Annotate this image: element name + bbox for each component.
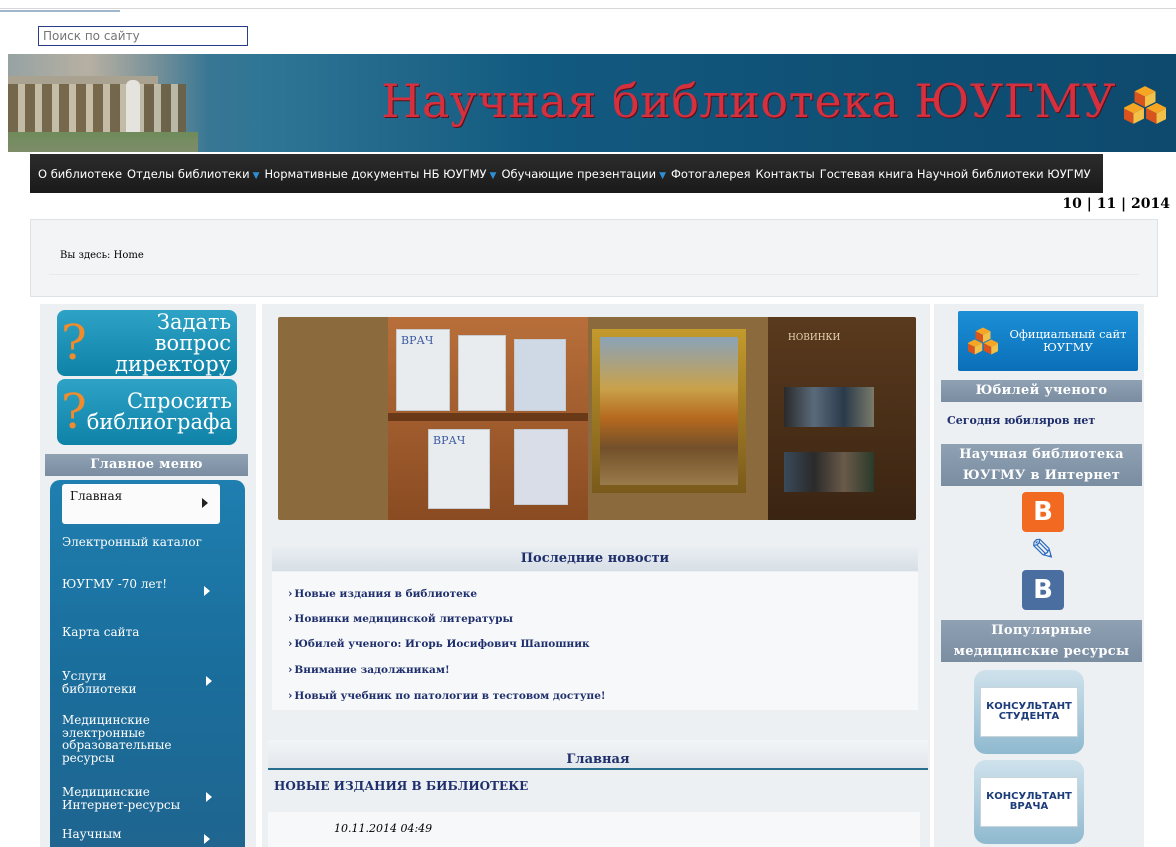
- caret-down-icon: ▼: [659, 170, 667, 181]
- ask-bibliographer-button[interactable]: ? Спросить библиографа: [57, 379, 237, 445]
- chevron-right-icon: ›: [288, 587, 293, 600]
- menu-item-anniversary[interactable]: ЮУГМУ -70 лет!: [62, 578, 222, 596]
- painting-image: [592, 329, 746, 493]
- nav-guestbook[interactable]: Гостевая книга Научной библиотеки ЮУГМУ: [820, 167, 1096, 181]
- cubes-logo-icon: [1124, 86, 1166, 124]
- chevron-right-icon: ›: [288, 612, 293, 625]
- menu-item-services[interactable]: Услуги библиотеки: [62, 670, 212, 695]
- main-nav: О библиотеке Отделы библиотеки ▼ Норматив…: [30, 154, 1103, 193]
- building-image: [8, 84, 186, 132]
- arrow-right-icon: [206, 792, 212, 802]
- bookcase-image: НОВИНКИ: [768, 317, 916, 520]
- livejournal-icon[interactable]: ✎: [1022, 530, 1064, 570]
- menu-item-home[interactable]: Главная: [62, 484, 220, 524]
- arrow-right-icon: [204, 586, 210, 596]
- question-icon: ?: [61, 384, 87, 440]
- article-date: 10.11.2014 04:49: [334, 822, 433, 835]
- news-link[interactable]: › Юбилей ученого: Игорь Иосифович Шапошни…: [288, 637, 590, 650]
- breadcrumb: Вы здесь: Home: [60, 250, 144, 261]
- vk-icon[interactable]: В: [1022, 570, 1064, 610]
- search-input[interactable]: [38, 26, 248, 46]
- menu-item-catalog[interactable]: Электронный каталог: [62, 536, 222, 549]
- doctor-consultant-link[interactable]: КОНСУЛЬТАНТ ВРАЧА: [974, 760, 1084, 844]
- nav-regulations[interactable]: Нормативные документы НБ ЮУГМУ ▼: [265, 167, 502, 181]
- student-consultant-link[interactable]: КОНСУЛЬТАНТ СТУДЕНТА: [974, 670, 1084, 754]
- statue-image: [126, 80, 140, 136]
- question-icon: ?: [61, 315, 87, 371]
- site-title: Научная библиотека ЮУГМУ: [381, 74, 1116, 128]
- main-menu-title: Главное меню: [45, 454, 248, 476]
- article-title[interactable]: НОВЫЕ ИЗДАНИЯ В БИБЛИОТЕКЕ: [274, 779, 528, 793]
- news-link[interactable]: › Новые издания в библиотеке: [288, 587, 477, 600]
- nav-about[interactable]: О библиотеке: [38, 167, 127, 181]
- menu-item-sitemap[interactable]: Карта сайта: [62, 626, 222, 639]
- arrow-right-icon: [202, 498, 208, 508]
- nav-gallery[interactable]: Фотогалерея: [671, 167, 755, 181]
- blogger-icon[interactable]: B: [1022, 492, 1064, 532]
- main-section-title: Главная: [268, 740, 928, 770]
- chevron-right-icon: ›: [288, 637, 293, 650]
- current-date: 10 | 11 | 2014: [1062, 196, 1170, 212]
- menu-item-edu-resources[interactable]: Медицинские электронные образовательные …: [62, 714, 192, 764]
- popular-resources-title: Популярные медицинские ресурсы: [941, 620, 1142, 662]
- banner-ground: [8, 132, 198, 152]
- top-rule: [0, 8, 1176, 9]
- top-accent: [0, 10, 120, 12]
- nav-presentations[interactable]: Обучающие презентации ▼: [501, 167, 671, 181]
- menu-item-internet-resources[interactable]: Медицинские Интернет-ресурсы: [62, 786, 212, 811]
- chevron-right-icon: ›: [288, 663, 293, 676]
- jubilee-title: Юбилей ученого: [941, 380, 1142, 402]
- cubes-logo-icon: [968, 327, 998, 355]
- nav-contacts[interactable]: Контакты: [756, 167, 820, 181]
- news-link[interactable]: › Новый учебник по патологии в тестовом д…: [288, 689, 606, 702]
- news-link[interactable]: › Внимание задолжникам!: [288, 663, 450, 676]
- caret-down-icon: ▼: [252, 170, 260, 181]
- nav-departments[interactable]: Отделы библиотеки ▼: [127, 167, 265, 181]
- news-link[interactable]: › Новинки медицинской литературы: [288, 612, 513, 625]
- internet-title: Научная библиотека ЮУГМУ в Интернет: [941, 444, 1142, 486]
- ask-director-button[interactable]: ? Задать вопрос директору: [57, 310, 237, 376]
- chevron-right-icon: ›: [288, 689, 293, 702]
- official-site-button[interactable]: Официальный сайт ЮУГМУ: [958, 311, 1138, 371]
- library-photo-slider: ВРАЧ ВРАЧ НОВИНКИ: [278, 317, 916, 520]
- arrow-right-icon: [204, 834, 210, 844]
- breadcrumb-panel: [30, 219, 1158, 297]
- menu-item-research[interactable]: Научным: [62, 828, 222, 844]
- latest-news-title: Последние новости: [272, 547, 918, 571]
- jubilee-text: Сегодня юбиляров нет: [947, 414, 1096, 427]
- site-banner: Научная библиотека ЮУГМУ: [8, 54, 1176, 152]
- caret-down-icon: ▼: [489, 170, 497, 181]
- arrow-right-icon: [206, 676, 212, 686]
